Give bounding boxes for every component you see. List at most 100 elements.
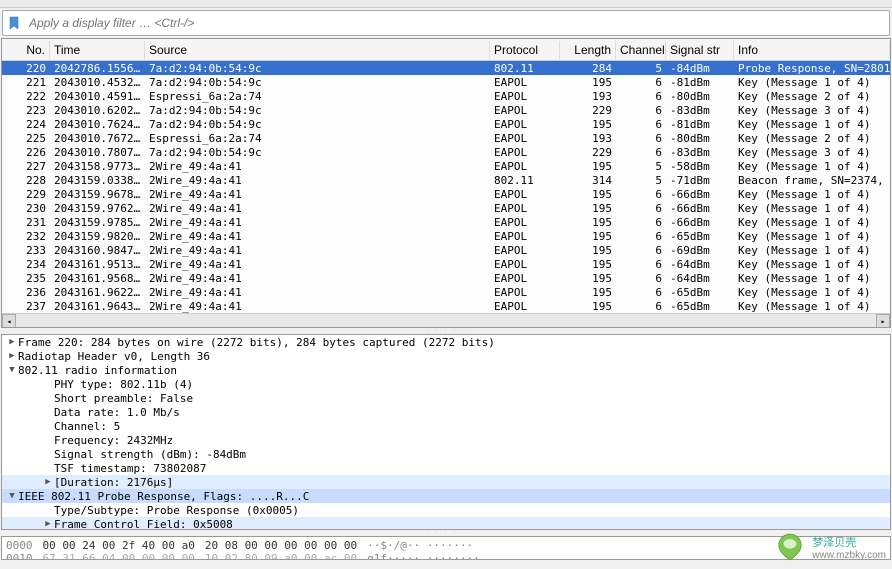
scroll-left-button[interactable]: ◂ <box>2 314 16 328</box>
detail-line[interactable]: ▼802.11 radio information <box>2 363 890 377</box>
packet-cell: -66dBm <box>666 188 734 201</box>
packet-details-pane[interactable]: ▶Frame 220: 284 bytes on wire (2272 bits… <box>1 334 891 530</box>
packet-cell: 802.11 <box>490 174 560 187</box>
packet-cell: Key (Message 1 of 4) <box>734 202 890 215</box>
bookmark-icon[interactable] <box>5 14 23 32</box>
packet-row[interactable]: 2292043159.9678…2Wire_49:4a:41EAPOL1956-… <box>2 187 890 201</box>
packet-row[interactable]: 2372043161.9643…2Wire_49:4a:41EAPOL1956-… <box>2 299 890 313</box>
packet-cell: 5 <box>616 160 666 173</box>
packet-row[interactable]: 2282043159.0338…2Wire_49:4a:41802.113145… <box>2 173 890 187</box>
expand-down-icon[interactable]: ▼ <box>6 365 18 375</box>
packet-row[interactable]: 2262043010.7807…7a:d2:94:0b:54:9cEAPOL22… <box>2 145 890 159</box>
detail-line[interactable]: Data rate: 1.0 Mb/s <box>2 405 890 419</box>
packet-row[interactable]: 2362043161.9622…2Wire_49:4a:41EAPOL1956-… <box>2 285 890 299</box>
packet-cell: -71dBm <box>666 174 734 187</box>
packet-row[interactable]: 2252043010.7672…Espressi_6a:2a:74EAPOL19… <box>2 131 890 145</box>
column-time[interactable]: Time <box>50 41 145 59</box>
display-filter-input[interactable] <box>25 14 889 32</box>
packet-cell: 6 <box>616 146 666 159</box>
packet-row[interactable]: 2202042786.1556…7a:d2:94:0b:54:9c802.112… <box>2 61 890 75</box>
packet-cell: 2Wire_49:4a:41 <box>145 202 490 215</box>
hex-ascii: ··$·/@·· ······· <box>367 539 473 552</box>
packet-cell: 223 <box>2 104 50 117</box>
column-info[interactable]: Info <box>734 41 890 59</box>
packet-list-header[interactable]: No. Time Source Protocol Length Channel … <box>2 39 890 61</box>
packet-cell: 6 <box>616 300 666 313</box>
packet-cell: 235 <box>2 272 50 285</box>
packet-cell: 6 <box>616 90 666 103</box>
column-signal[interactable]: Signal str <box>666 41 734 59</box>
packet-row[interactable]: 2302043159.9762…2Wire_49:4a:41EAPOL1956-… <box>2 201 890 215</box>
packet-row[interactable]: 2212043010.4532…7a:d2:94:0b:54:9cEAPOL19… <box>2 75 890 89</box>
packet-row[interactable]: 2332043160.9847…2Wire_49:4a:41EAPOL1956-… <box>2 243 890 257</box>
packet-cell: 226 <box>2 146 50 159</box>
column-channel[interactable]: Channel <box>616 41 666 59</box>
detail-text: Frame Control Field: 0x5008 <box>54 518 233 531</box>
packet-cell: 232 <box>2 230 50 243</box>
packet-cell: 7a:d2:94:0b:54:9c <box>145 146 490 159</box>
packet-cell: 2Wire_49:4a:41 <box>145 230 490 243</box>
detail-line[interactable]: Signal strength (dBm): -84dBm <box>2 447 890 461</box>
column-length[interactable]: Length <box>560 41 616 59</box>
expand-right-icon[interactable]: ▶ <box>42 477 54 487</box>
detail-line[interactable]: ▶Frame 220: 284 bytes on wire (2272 bits… <box>2 335 890 349</box>
detail-line[interactable]: Type/Subtype: Probe Response (0x0005) <box>2 503 890 517</box>
packet-row[interactable]: 2312043159.9785…2Wire_49:4a:41EAPOL1956-… <box>2 215 890 229</box>
packet-row[interactable]: 2272043158.9773…2Wire_49:4a:41EAPOL1955-… <box>2 159 890 173</box>
packet-cell: 6 <box>616 132 666 145</box>
packet-cell: Key (Message 1 of 4) <box>734 230 890 243</box>
column-no[interactable]: No. <box>2 41 50 59</box>
packet-row[interactable]: 2352043161.9568…2Wire_49:4a:41EAPOL1956-… <box>2 271 890 285</box>
packet-cell: EAPOL <box>490 104 560 117</box>
horizontal-scrollbar[interactable]: ◂ ▸ <box>2 313 890 327</box>
packet-cell: EAPOL <box>490 202 560 215</box>
watermark: 梦泽贝壳 www.mzbky.com <box>774 531 886 563</box>
scroll-right-button[interactable]: ▸ <box>876 314 890 328</box>
expand-right-icon[interactable]: ▶ <box>42 519 54 529</box>
detail-line[interactable]: ▶[Duration: 2176µs] <box>2 475 890 489</box>
detail-line[interactable]: TSF timestamp: 73802087 <box>2 461 890 475</box>
packet-cell: 802.11 <box>490 62 560 75</box>
packet-cell: 6 <box>616 202 666 215</box>
packet-cell: Key (Message 1 of 4) <box>734 244 890 257</box>
expand-down-icon[interactable]: ▼ <box>6 491 18 501</box>
packet-cell: -69dBm <box>666 244 734 257</box>
packet-cell: 7a:d2:94:0b:54:9c <box>145 104 490 117</box>
column-source[interactable]: Source <box>145 41 490 59</box>
hex-offset: 0000 <box>6 539 33 552</box>
detail-line[interactable]: Channel: 5 <box>2 419 890 433</box>
packet-rows[interactable]: 2202042786.1556…7a:d2:94:0b:54:9c802.112… <box>2 61 890 313</box>
expand-right-icon[interactable]: ▶ <box>6 351 18 361</box>
detail-text: Signal strength (dBm): -84dBm <box>54 448 246 461</box>
packet-cell: 222 <box>2 90 50 103</box>
packet-cell: EAPOL <box>490 258 560 271</box>
packet-cell: 237 <box>2 300 50 313</box>
detail-line[interactable]: ▼IEEE 802.11 Probe Response, Flags: ....… <box>2 489 890 503</box>
column-protocol[interactable]: Protocol <box>490 41 560 59</box>
packet-row[interactable]: 2322043159.9820…2Wire_49:4a:41EAPOL1956-… <box>2 229 890 243</box>
packet-cell: 2043010.4532… <box>50 76 145 89</box>
scroll-track[interactable] <box>16 314 876 327</box>
packet-cell: EAPOL <box>490 132 560 145</box>
packet-row[interactable]: 2222043010.4591…Espressi_6a:2a:74EAPOL19… <box>2 89 890 103</box>
packet-cell: 2043010.4591… <box>50 90 145 103</box>
packet-row[interactable]: 2232043010.6202…7a:d2:94:0b:54:9cEAPOL22… <box>2 103 890 117</box>
hex-line[interactable]: 000000 00 24 00 2f 40 00 a020 08 00 00 0… <box>6 539 886 552</box>
packet-cell: 2Wire_49:4a:41 <box>145 216 490 229</box>
packet-cell: 314 <box>560 174 616 187</box>
detail-line[interactable]: ▶Radiotap Header v0, Length 36 <box>2 349 890 363</box>
detail-line[interactable]: Short preamble: False <box>2 391 890 405</box>
packet-bytes-pane[interactable]: 000000 00 24 00 2f 40 00 a020 08 00 00 0… <box>1 536 891 560</box>
packet-cell: -81dBm <box>666 118 734 131</box>
packet-row[interactable]: 2242043010.7624…7a:d2:94:0b:54:9cEAPOL19… <box>2 117 890 131</box>
watermark-url: www.mzbky.com <box>812 550 886 561</box>
expand-right-icon[interactable]: ▶ <box>6 337 18 347</box>
hex-line[interactable]: 001067 31 66 04 00 00 00 0010 02 80 09 a… <box>6 552 886 560</box>
packet-row[interactable]: 2342043161.9513…2Wire_49:4a:41EAPOL1956-… <box>2 257 890 271</box>
detail-line[interactable]: PHY type: 802.11b (4) <box>2 377 890 391</box>
packet-cell: 6 <box>616 230 666 243</box>
packet-list-pane: No. Time Source Protocol Length Channel … <box>1 38 891 328</box>
detail-line[interactable]: Frequency: 2432MHz <box>2 433 890 447</box>
packet-cell: Key (Message 3 of 4) <box>734 104 890 117</box>
packet-cell: 193 <box>560 132 616 145</box>
